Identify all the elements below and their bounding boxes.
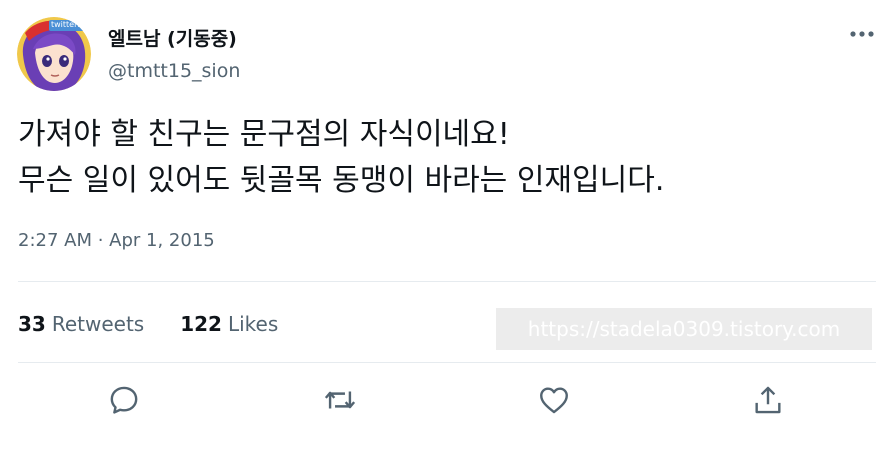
likes-stat[interactable]: 122 Likes [180,312,278,336]
author-display-name[interactable]: 엘트남 (기동중) [108,24,237,51]
likes-count: 122 [180,312,222,336]
watermark: https://stadela0309.tistory.com [496,308,872,350]
avatar[interactable]: twitter20 [17,17,91,91]
tweet-stats: 33 Retweets 122 Likes [18,312,278,336]
divider [18,281,876,282]
divider [18,362,876,363]
tweet-text: 가져야 할 친구는 문구점의 자식이네요! 무슨 일이 있어도 뒷골목 동맹이 … [18,112,878,204]
avatar-badge-text: twitter20 [51,20,88,29]
retweet-icon [324,391,356,409]
retweet-button[interactable] [320,380,360,420]
retweets-count: 33 [18,312,46,336]
like-button[interactable] [534,380,574,420]
more-button[interactable] [842,22,882,46]
tweet-text-line: 가져야 할 친구는 문구점의 자식이네요! [18,117,510,152]
tweet-timestamp[interactable]: 2:27 AM · Apr 1, 2015 [18,230,215,251]
more-horizontal-icon [850,31,874,37]
reply-icon [110,386,138,414]
retweets-label: Retweets [51,312,145,336]
like-icon [540,387,568,414]
reply-button[interactable] [104,380,144,420]
watermark-text: https://stadela0309.tistory.com [527,317,841,341]
retweets-stat[interactable]: 33 Retweets [18,312,144,336]
share-button[interactable] [748,380,788,420]
share-icon [755,386,781,414]
likes-label: Likes [227,312,279,336]
author-handle[interactable]: @tmtt15_sion [108,60,240,82]
tweet-text-line: 무슨 일이 있어도 뒷골목 동맹이 바라는 인재입니다. [18,163,665,198]
